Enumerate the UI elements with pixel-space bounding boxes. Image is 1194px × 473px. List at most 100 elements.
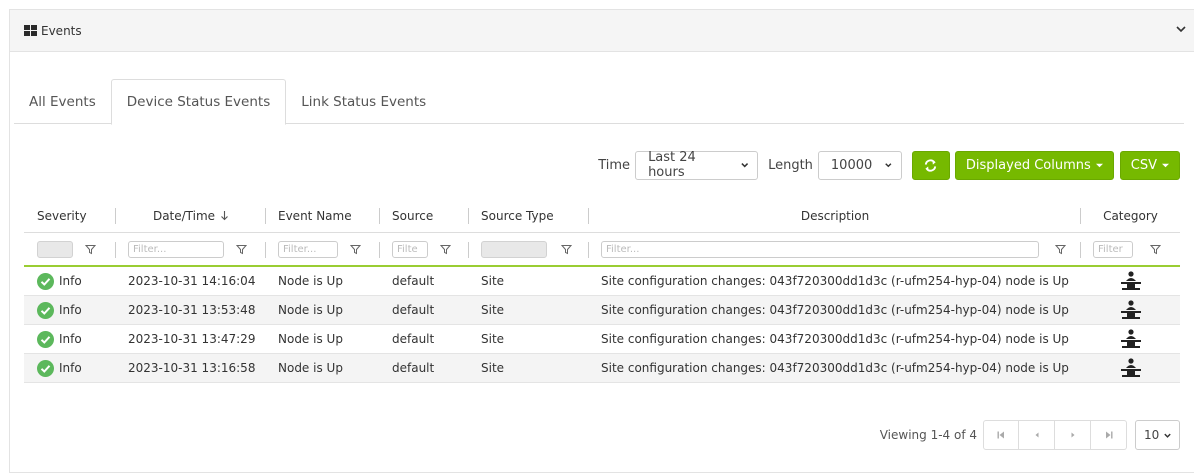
next-page-button[interactable] bbox=[1055, 420, 1091, 450]
datetime-cell: 2023-10-31 13:53:48 bbox=[128, 303, 256, 317]
chevron-down-icon bbox=[1164, 433, 1171, 438]
check-circle-icon bbox=[37, 359, 54, 377]
caret-down-icon bbox=[1162, 163, 1169, 167]
header-datetime-label: Date/Time bbox=[152, 208, 216, 223]
funnel-icon[interactable] bbox=[561, 244, 572, 255]
header-datetime[interactable]: Date/Time bbox=[116, 199, 266, 232]
chevron-down-icon[interactable] bbox=[1174, 22, 1188, 36]
length-select[interactable]: 10000 bbox=[817, 150, 902, 180]
funnel-icon[interactable] bbox=[236, 244, 247, 255]
events-table: Severity Date/Time Event Name Source Sou… bbox=[24, 199, 1180, 383]
last-page-icon bbox=[1105, 431, 1112, 439]
grid-icon bbox=[24, 25, 37, 36]
prev-page-icon bbox=[1035, 432, 1038, 438]
funnel-icon[interactable] bbox=[440, 244, 451, 255]
severity-filter-select[interactable] bbox=[37, 240, 73, 258]
toolbar: Time Last 24 hours Length 10000 Displaye… bbox=[598, 150, 1180, 180]
source-cell: default bbox=[392, 274, 435, 288]
filter-cell-description: Filter... bbox=[589, 233, 1081, 265]
severity-text: Info bbox=[59, 332, 82, 346]
tab-all-events[interactable]: All Events bbox=[14, 79, 111, 124]
tab-link-status-events[interactable]: Link Status Events bbox=[286, 79, 441, 124]
source-filter-input[interactable]: Filte bbox=[392, 240, 428, 258]
tab-device-status-events[interactable]: Device Status Events bbox=[110, 79, 287, 125]
severity-text: Info bbox=[59, 274, 82, 288]
header-category[interactable]: Category bbox=[1081, 199, 1180, 232]
first-page-icon bbox=[997, 431, 1004, 439]
funnel-icon[interactable] bbox=[1150, 244, 1161, 255]
page-size-value: 10 bbox=[1144, 428, 1160, 442]
source-cell: default bbox=[392, 332, 435, 346]
event-name-filter-input[interactable]: Filter... bbox=[278, 240, 338, 258]
datetime-cell: 2023-10-31 13:47:29 bbox=[128, 332, 256, 346]
time-select-value: Last 24 hours bbox=[648, 150, 696, 180]
filter-cell-datetime: Filter... bbox=[116, 233, 266, 265]
last-page-button[interactable] bbox=[1091, 420, 1127, 450]
source-type-cell: Site bbox=[481, 361, 505, 375]
header-description[interactable]: Description bbox=[589, 199, 1081, 232]
funnel-icon[interactable] bbox=[350, 244, 361, 255]
severity-cell: Info bbox=[24, 296, 116, 324]
table-row[interactable]: Info 2023-10-31 13:53:48 Node is Up defa… bbox=[24, 296, 1180, 325]
check-circle-icon bbox=[37, 272, 54, 290]
filter-cell-event-name: Filter... bbox=[266, 233, 380, 265]
chevron-down-icon bbox=[740, 163, 748, 168]
category-cell bbox=[1081, 325, 1180, 353]
tab-bar: All Events Device Status Events Link Sta… bbox=[14, 79, 1184, 125]
page-size-select[interactable]: 10 bbox=[1135, 420, 1180, 450]
network-node-icon bbox=[1120, 271, 1141, 290]
severity-cell: Info bbox=[24, 325, 116, 353]
csv-button[interactable]: CSV bbox=[1119, 150, 1180, 180]
header-severity[interactable]: Severity bbox=[24, 199, 116, 232]
event-name-cell: Node is Up bbox=[278, 274, 343, 288]
funnel-icon[interactable] bbox=[85, 244, 96, 255]
datetime-cell: 2023-10-31 13:16:58 bbox=[128, 361, 256, 375]
panel-header[interactable]: Events bbox=[10, 10, 1194, 52]
network-node-icon bbox=[1120, 300, 1141, 319]
caret-down-icon bbox=[1095, 163, 1103, 167]
source-cell: default bbox=[392, 303, 435, 317]
first-page-button[interactable] bbox=[983, 420, 1019, 450]
category-cell bbox=[1081, 354, 1180, 382]
filter-cell-severity bbox=[24, 233, 116, 265]
event-name-cell: Node is Up bbox=[278, 303, 343, 317]
funnel-icon[interactable] bbox=[1055, 244, 1066, 255]
severity-text: Info bbox=[59, 303, 82, 317]
viewing-count: Viewing 1-4 of 4 bbox=[879, 428, 977, 442]
filter-cell-source: Filte bbox=[380, 233, 469, 265]
table-row[interactable]: Info 2023-10-31 13:47:29 Node is Up defa… bbox=[24, 325, 1180, 354]
filter-row: Filter... Filter... Filte Filter... Filt… bbox=[24, 233, 1180, 267]
time-select[interactable]: Last 24 hours bbox=[635, 150, 759, 180]
description-filter-input[interactable]: Filter... bbox=[601, 240, 1039, 258]
datetime-filter-input[interactable]: Filter... bbox=[128, 240, 224, 258]
network-node-icon bbox=[1120, 358, 1141, 377]
source-type-filter-select[interactable] bbox=[481, 240, 547, 258]
pagination: Viewing 1-4 of 4 10 bbox=[880, 420, 1180, 450]
header-source[interactable]: Source bbox=[380, 199, 469, 232]
header-event-name[interactable]: Event Name bbox=[266, 199, 380, 232]
check-circle-icon bbox=[37, 301, 54, 319]
description-cell: Site configuration changes: 043f720300dd… bbox=[601, 274, 1069, 288]
header-source-type[interactable]: Source Type bbox=[469, 199, 589, 232]
category-filter-input[interactable]: Filter bbox=[1093, 240, 1133, 258]
panel-title: Events bbox=[41, 23, 82, 38]
displayed-columns-button[interactable]: Displayed Columns bbox=[954, 150, 1114, 180]
time-label: Time bbox=[598, 157, 631, 173]
refresh-icon bbox=[925, 158, 937, 172]
table-row[interactable]: Info 2023-10-31 14:16:04 Node is Up defa… bbox=[24, 267, 1180, 296]
csv-label: CSV bbox=[1130, 157, 1157, 173]
length-label: Length bbox=[768, 157, 813, 173]
source-type-cell: Site bbox=[481, 332, 505, 346]
event-name-cell: Node is Up bbox=[278, 361, 343, 375]
datetime-cell: 2023-10-31 14:16:04 bbox=[128, 274, 256, 288]
prev-page-button[interactable] bbox=[1019, 420, 1055, 450]
severity-text: Info bbox=[59, 361, 82, 375]
network-node-icon bbox=[1120, 329, 1141, 348]
description-cell: Site configuration changes: 043f720300dd… bbox=[601, 332, 1069, 346]
filter-cell-source-type bbox=[469, 233, 589, 265]
table-row[interactable]: Info 2023-10-31 13:16:58 Node is Up defa… bbox=[24, 354, 1180, 383]
refresh-button[interactable] bbox=[911, 150, 950, 180]
severity-cell: Info bbox=[24, 354, 116, 382]
next-page-icon bbox=[1071, 432, 1074, 438]
description-cell: Site configuration changes: 043f720300dd… bbox=[601, 303, 1069, 317]
